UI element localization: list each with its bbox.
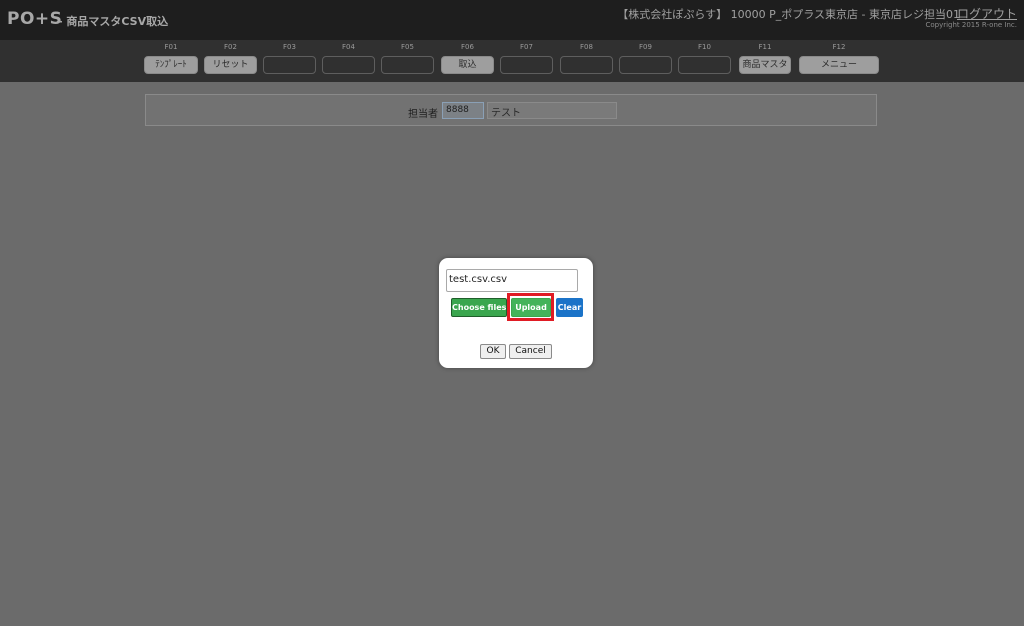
menu-button[interactable]: メニュー: [799, 56, 879, 74]
f04-button[interactable]: [322, 56, 375, 74]
import-button[interactable]: 取込: [441, 56, 494, 74]
fkey-code: F08: [580, 43, 593, 51]
fkey-code: F06: [461, 43, 474, 51]
f09-button[interactable]: [619, 56, 672, 74]
staff-name-field: テスト: [487, 102, 617, 119]
app-header: PO+S - 商品マスタCSV取込 【株式会社ぽぷらす】 10000 P_ポプラ…: [0, 0, 1024, 40]
fkey-code: F05: [401, 43, 414, 51]
fkey-code: F04: [342, 43, 355, 51]
staff-label: 担当者: [408, 109, 438, 120]
cancel-button[interactable]: Cancel: [509, 344, 552, 359]
clear-button[interactable]: Clear: [556, 298, 583, 317]
fkey-code: F12: [832, 43, 846, 51]
template-button[interactable]: ﾃﾝﾌﾟﾚｰﾄ: [144, 56, 198, 74]
choose-files-button[interactable]: Choose files: [451, 298, 507, 317]
fkey-code: F09: [639, 43, 652, 51]
fkey-code: F01: [164, 43, 178, 51]
fkey-code: F03: [283, 43, 296, 51]
fkey-code: F02: [224, 43, 237, 51]
f05-button[interactable]: [381, 56, 434, 74]
fkey-code: F07: [520, 43, 533, 51]
ok-button[interactable]: OK: [480, 344, 506, 359]
upload-highlight-box: [507, 293, 554, 321]
file-name-input[interactable]: test.csv.csv: [446, 269, 578, 292]
f10-button[interactable]: [678, 56, 731, 74]
user-info: 【株式会社ぽぷらす】 10000 P_ポプラス東京店 - 東京店レジ担当01: [617, 8, 960, 21]
f08-button[interactable]: [560, 56, 613, 74]
function-key-bar: F01 ﾃﾝﾌﾟﾚｰﾄ F02 リセット F03 F04 F05 F06 取込 …: [0, 40, 1024, 82]
page-title: - 商品マスタCSV取込: [58, 15, 169, 28]
upload-dialog: test.csv.csv Choose files Upload Clear O…: [439, 258, 593, 368]
copyright-text: Copyright 2015 R-one Inc.: [925, 21, 1017, 29]
staff-panel: 担当者 8888 テスト: [145, 94, 877, 126]
app-logo: PO+S: [7, 9, 63, 29]
f03-button[interactable]: [263, 56, 316, 74]
product-master-button[interactable]: 商品マスタ: [739, 56, 791, 74]
logout-link[interactable]: ログアウト: [957, 5, 1017, 22]
fkey-code: F11: [758, 43, 772, 51]
f07-button[interactable]: [500, 56, 553, 74]
reset-button[interactable]: リセット: [204, 56, 257, 74]
fkey-code: F10: [698, 43, 711, 51]
staff-code-input[interactable]: 8888: [442, 102, 484, 119]
